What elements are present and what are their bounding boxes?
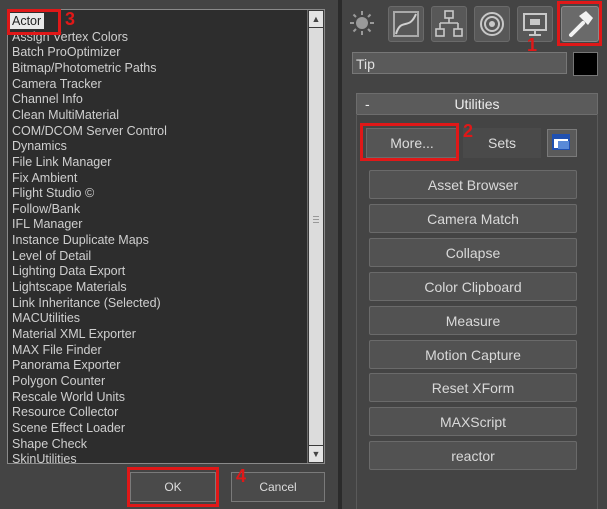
list-item[interactable]: Bitmap/Photometric Paths (12, 60, 157, 76)
create-tab[interactable] (345, 6, 379, 40)
list-item[interactable]: Flight Studio © (12, 185, 94, 201)
list-item[interactable]: Rescale World Units (12, 389, 125, 405)
motion-icon (480, 12, 504, 36)
configure-button-sets[interactable] (547, 129, 577, 157)
asset-browser-button[interactable]: Asset Browser (369, 170, 577, 199)
hierarchy-tab[interactable] (431, 6, 467, 42)
annotation-box-1 (557, 1, 602, 46)
list-item[interactable]: MAX File Finder (12, 342, 102, 358)
utilities-rollup-header[interactable]: - Utilities (356, 93, 598, 115)
utilities-listbox[interactable]: Actor Assign Vertex Colors Batch ProOptimi… (7, 9, 325, 464)
list-item[interactable]: MACUtilities (12, 310, 80, 326)
scroll-up-button[interactable]: ▲ (309, 11, 323, 27)
scroll-thumb[interactable] (309, 28, 323, 445)
rollup-title: Utilities (454, 96, 500, 112)
list-item[interactable]: Batch ProOptimizer (12, 44, 120, 60)
annotation-box-4 (127, 467, 219, 507)
sets-button[interactable]: Sets (463, 128, 541, 158)
annotation-number-4: 4 (236, 466, 247, 486)
list-item[interactable]: Resource Collector (12, 404, 118, 420)
reset-xform-button[interactable]: Reset XForm (369, 373, 577, 402)
annotation-number-1: 1 (527, 35, 538, 55)
list-item[interactable]: File Link Manager (12, 154, 111, 170)
list-item[interactable]: Fix Ambient (12, 170, 77, 186)
list-item[interactable]: Panorama Exporter (12, 357, 120, 373)
sun-icon (350, 11, 374, 35)
camera-match-button[interactable]: Camera Match (369, 204, 577, 233)
color-clipboard-button[interactable]: Color Clipboard (369, 272, 577, 301)
annotation-box-3 (7, 9, 61, 35)
list-item[interactable]: IFL Manager (12, 216, 82, 232)
list-item[interactable]: Shape Check (12, 436, 87, 452)
modify-curve-icon (393, 11, 419, 37)
reactor-button[interactable]: reactor (369, 441, 577, 470)
list-item[interactable]: Follow/Bank (12, 201, 80, 217)
scroll-down-button[interactable]: ▼ (309, 446, 323, 462)
annotation-box-2 (360, 123, 459, 161)
list-item[interactable]: Scene Effect Loader (12, 420, 125, 436)
utilities-dialog: Actor Assign Vertex Colors Batch ProOptimi… (0, 0, 338, 509)
collapse-button[interactable]: Collapse (369, 238, 577, 267)
maxscript-button[interactable]: MAXScript (369, 407, 577, 436)
list-item[interactable]: Camera Tracker (12, 76, 102, 92)
utilities-list: Actor Assign Vertex Colors Batch ProOptimi… (8, 10, 308, 463)
motion-capture-button[interactable]: Motion Capture (369, 340, 577, 369)
list-item[interactable]: Material XML Exporter (12, 326, 136, 342)
list-item[interactable]: SkinUtilities (12, 451, 77, 463)
measure-button[interactable]: Measure (369, 306, 577, 335)
annotation-number-3: 3 (65, 9, 76, 29)
list-item[interactable]: Level of Detail (12, 248, 91, 264)
list-item[interactable]: Dynamics (12, 138, 67, 154)
list-item[interactable]: Link Inheritance (Selected) (12, 295, 161, 311)
object-color-swatch[interactable] (573, 52, 598, 76)
list-item[interactable]: Clean MultiMaterial (12, 107, 119, 123)
motion-tab[interactable] (474, 6, 510, 42)
modify-tab[interactable] (388, 6, 424, 42)
list-item[interactable]: Lighting Data Export (12, 263, 125, 279)
vertical-scrollbar[interactable]: ▲ ▼ (307, 10, 324, 463)
list-item[interactable]: COM/DCOM Server Control (12, 123, 167, 139)
list-item[interactable]: Instance Duplicate Maps (12, 232, 149, 248)
hierarchy-icon (435, 10, 463, 37)
list-item[interactable]: Polygon Counter (12, 373, 105, 389)
list-item[interactable]: Channel Info (12, 91, 83, 107)
list-item[interactable]: Lightscape Materials (12, 279, 127, 295)
configure-sets-icon (552, 134, 570, 150)
annotation-number-2: 2 (463, 121, 474, 141)
